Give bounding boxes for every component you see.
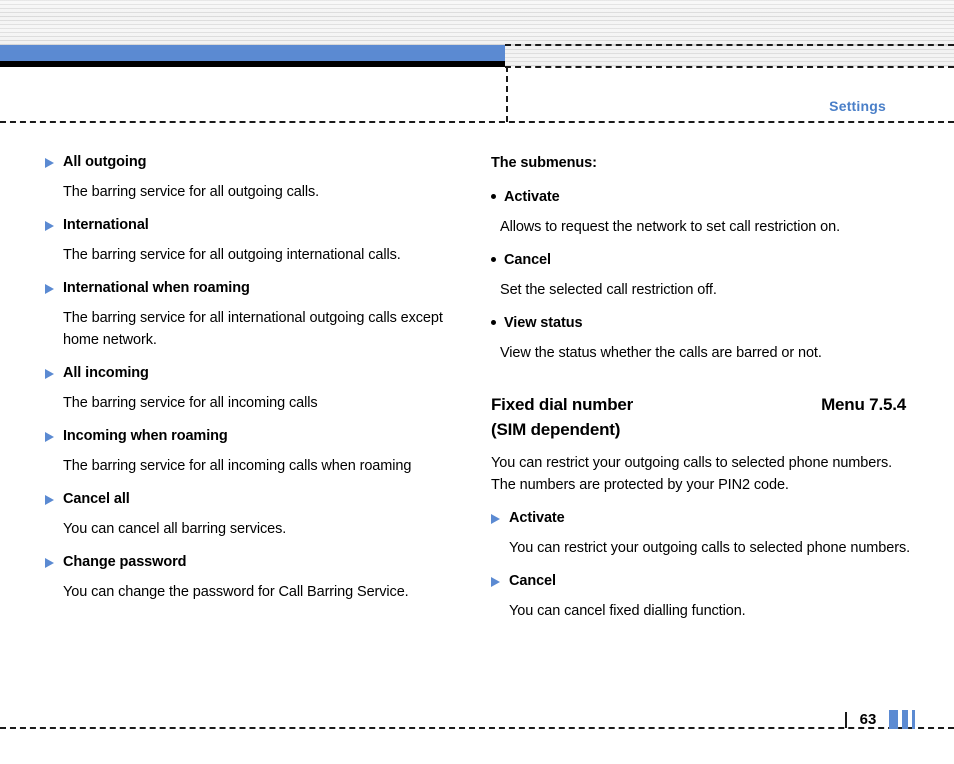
entry-heading-label: International (63, 217, 149, 233)
list-item: Activate You can restrict your outgoing … (491, 508, 911, 559)
list-item: View status View the status whether the … (491, 313, 911, 364)
page-number: 63 (859, 711, 877, 728)
dashed-rule-top-right (505, 44, 954, 46)
entry-heading: All outgoing (45, 152, 465, 172)
entry-heading: International (45, 215, 465, 235)
list-item: Cancel Set the selected call restriction… (491, 250, 911, 301)
dot-bullet-icon (491, 257, 496, 262)
right-column: The submenus: Activate Allows to request… (491, 152, 911, 634)
entry-heading-label: Incoming when roaming (63, 428, 228, 444)
submenu-heading: Activate (491, 187, 911, 207)
entry-body: You can cancel all barring services. (63, 521, 287, 537)
submenu-heading-label: Activate (504, 189, 560, 205)
entry-heading: All incoming (45, 363, 465, 383)
entry-heading-label: Cancel (509, 573, 556, 589)
submenu-body: View the status whether the calls are ba… (500, 345, 822, 361)
triangle-right-bullet-icon (45, 495, 54, 505)
dashed-rule-vertical (506, 66, 508, 122)
entry-heading-label: Cancel all (63, 491, 130, 507)
entry-heading: Cancel all (45, 489, 465, 509)
entry-heading: International when roaming (45, 278, 465, 298)
section-menu-code: Menu 7.5.4 (821, 395, 906, 414)
header-black-bar (0, 61, 505, 67)
list-item: Incoming when roaming The barring servic… (45, 426, 465, 477)
triangle-right-bullet-icon (45, 284, 54, 294)
left-column: All outgoing The barring service for all… (45, 152, 465, 615)
dashed-rule-mid-right (505, 66, 954, 68)
submenu-body: Set the selected call restriction off. (500, 282, 717, 298)
section-intro: You can restrict your outgoing calls to … (491, 455, 893, 493)
list-item: All incoming The barring service for all… (45, 363, 465, 414)
list-item: Cancel You can cancel fixed dialling fun… (491, 571, 911, 622)
dashed-rule-footer (0, 727, 954, 729)
list-item: All outgoing The barring service for all… (45, 152, 465, 203)
entry-heading-label: International when roaming (63, 280, 250, 296)
section-subtitle: (SIM dependent) (491, 420, 621, 439)
entry-body: The barring service for all incoming cal… (63, 458, 412, 474)
entry-body: The barring service for all outgoing cal… (63, 184, 320, 200)
submenus-label: The submenus: (491, 155, 597, 171)
entry-body: The barring service for all outgoing int… (63, 247, 401, 263)
triangle-right-bullet-icon (45, 221, 54, 231)
entry-heading-label: All outgoing (63, 154, 147, 170)
entry-body: The barring service for all incoming cal… (63, 395, 318, 411)
submenu-heading: View status (491, 313, 911, 333)
top-texture-band-right (505, 45, 954, 67)
dashed-rule-header-separator (0, 121, 954, 123)
footer-bar-1 (889, 710, 898, 729)
footer-bar-3 (912, 710, 915, 729)
submenu-heading-label: View status (504, 315, 583, 331)
list-item: International The barring service for al… (45, 215, 465, 266)
triangle-right-bullet-icon (45, 432, 54, 442)
entry-body: The barring service for all internationa… (63, 310, 443, 348)
section-heading: Fixed dial number Menu 7.5.4 (SIM depend… (491, 392, 911, 442)
entry-heading: Activate (491, 508, 911, 528)
list-item: Activate Allows to request the network t… (491, 187, 911, 238)
triangle-right-bullet-icon (491, 514, 500, 524)
submenu-body: Allows to request the network to set cal… (500, 219, 841, 235)
submenu-heading-label: Cancel (504, 252, 551, 268)
triangle-right-bullet-icon (45, 158, 54, 168)
footer-bar-2 (902, 710, 908, 729)
entry-body: You can cancel fixed dialling function. (509, 603, 746, 619)
header-accent-bar (0, 45, 505, 61)
footer-tick-mark (845, 712, 847, 728)
section-title: Fixed dial number (491, 395, 634, 414)
running-head-settings: Settings (829, 98, 886, 114)
triangle-right-bullet-icon (45, 369, 54, 379)
entry-heading-label: Change password (63, 554, 187, 570)
list-item: International when roaming The barring s… (45, 278, 465, 351)
entry-heading-label: All incoming (63, 365, 149, 381)
triangle-right-bullet-icon (491, 577, 500, 587)
top-texture-band (0, 0, 954, 45)
entry-body: You can change the password for Call Bar… (63, 584, 409, 600)
entry-heading-label: Activate (509, 510, 565, 526)
dot-bullet-icon (491, 320, 496, 325)
list-item: Cancel all You can cancel all barring se… (45, 489, 465, 540)
dot-bullet-icon (491, 194, 496, 199)
list-item: Change password You can change the passw… (45, 552, 465, 603)
submenu-heading: Cancel (491, 250, 911, 270)
triangle-right-bullet-icon (45, 558, 54, 568)
entry-heading: Change password (45, 552, 465, 572)
entry-heading: Cancel (491, 571, 911, 591)
footer-bar-decoration-icon (889, 710, 915, 729)
entry-body: You can restrict your outgoing calls to … (509, 540, 911, 556)
entry-heading: Incoming when roaming (45, 426, 465, 446)
